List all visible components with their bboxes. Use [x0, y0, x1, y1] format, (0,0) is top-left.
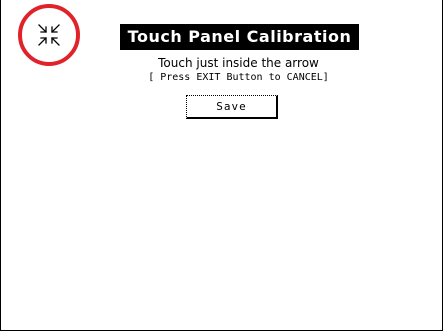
- cancel-hint-text: [ Press EXIT Button to CANCEL]: [148, 72, 329, 83]
- page-title: Touch Panel Calibration: [120, 24, 359, 50]
- save-button[interactable]: Save: [186, 95, 278, 119]
- calibration-arrows-icon[interactable]: [36, 22, 62, 48]
- calibration-target[interactable]: [18, 4, 80, 66]
- calibration-screen: Touch Panel Calibration Touch just insid…: [0, 0, 443, 331]
- instruction-text: Touch just inside the arrow: [158, 56, 319, 70]
